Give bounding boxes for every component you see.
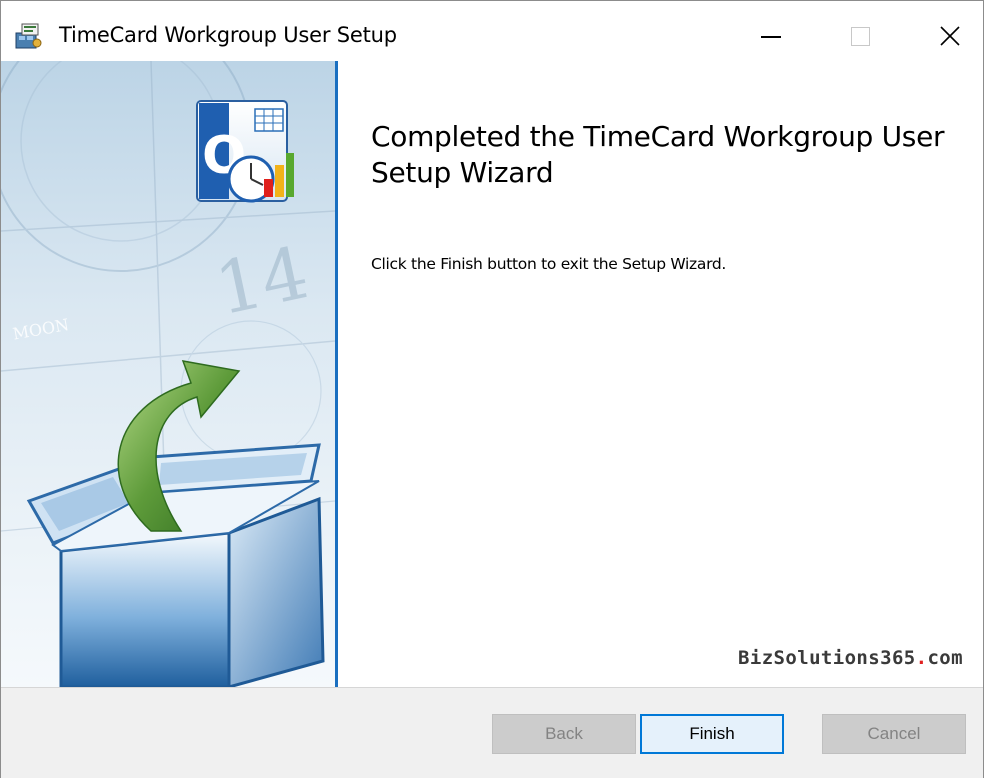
- calendar-day-number: 14: [208, 230, 315, 331]
- maximize-button: [833, 1, 893, 61]
- minimize-icon: [761, 36, 781, 38]
- wizard-instructions: Click the Finish button to exit the Setu…: [371, 255, 727, 273]
- brand-dot: .: [915, 647, 928, 669]
- wizard-heading: Completed the TimeCard Workgroup User Se…: [371, 120, 945, 189]
- calendar-moon-label: MOON: [11, 315, 70, 344]
- cancel-button: Cancel: [822, 714, 966, 754]
- brand-tld: com: [927, 647, 963, 669]
- brand-name: BizSolutions365: [738, 647, 916, 669]
- timecard-logo-icon: O: [196, 100, 294, 203]
- finish-button[interactable]: Finish: [640, 714, 784, 754]
- button-bar: Back Finish Cancel: [1, 687, 983, 778]
- open-box-arrow-icon: [26, 360, 325, 687]
- close-icon: [940, 26, 960, 46]
- title-bar[interactable]: TimeCard Workgroup User Setup: [1, 1, 983, 61]
- minimize-button[interactable]: [743, 1, 803, 61]
- back-button: Back: [492, 714, 636, 754]
- close-button[interactable]: [923, 1, 983, 61]
- setup-wizard-window: TimeCard Workgroup User Setup 14 MOON O …: [0, 0, 984, 778]
- banner-divider: [335, 61, 338, 687]
- window-title: TimeCard Workgroup User Setup: [59, 23, 397, 47]
- installer-package-icon: [13, 21, 43, 51]
- maximize-icon: [851, 27, 870, 46]
- wizard-banner: 14 MOON O: [1, 61, 335, 687]
- brand-watermark: BizSolutions365.com: [738, 647, 963, 669]
